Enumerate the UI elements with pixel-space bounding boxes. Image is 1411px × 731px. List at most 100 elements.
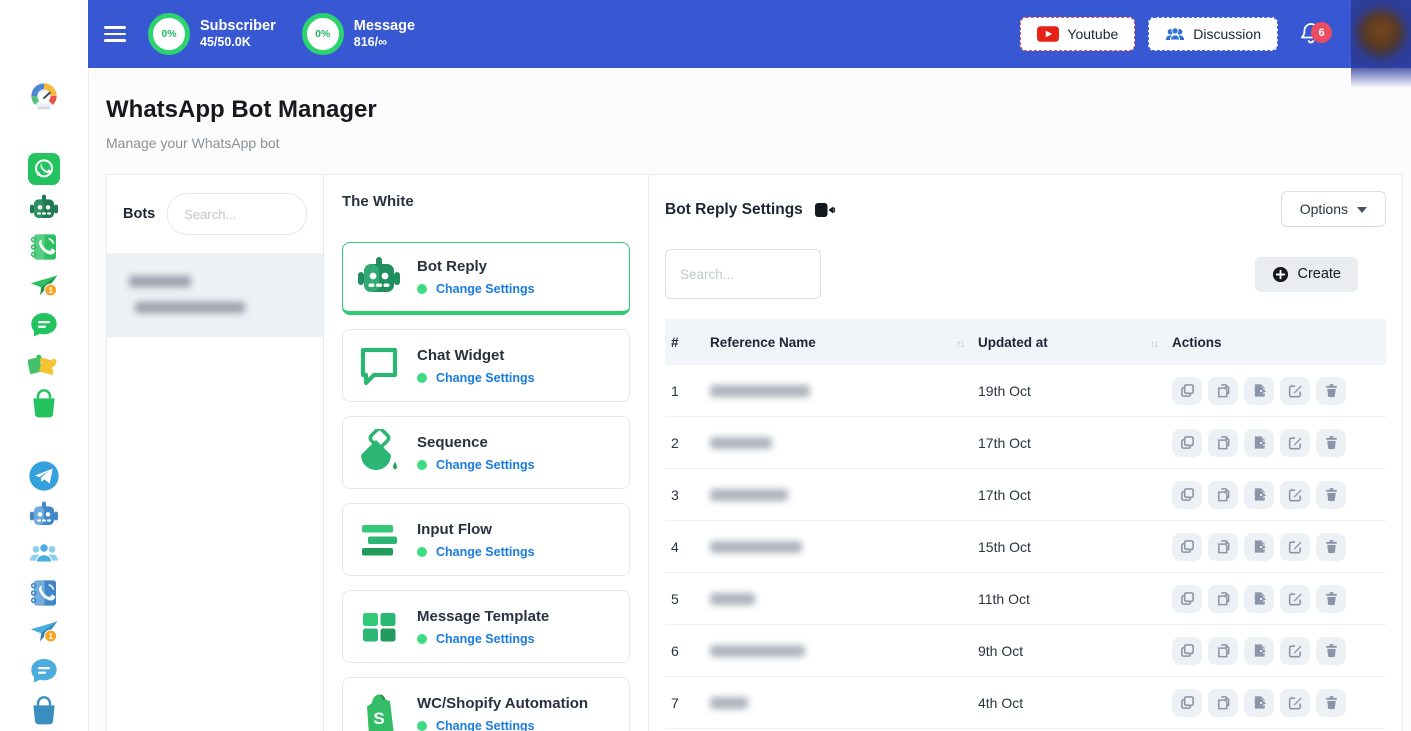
reply-search-input[interactable] <box>665 249 821 299</box>
change-settings-link[interactable]: Change Settings <box>436 458 535 472</box>
sidebar-item-whatsapp-shop[interactable] <box>27 387 61 419</box>
trash-action-button[interactable] <box>1316 481 1346 509</box>
trash-action-button[interactable] <box>1316 533 1346 561</box>
row-updated-at: 9th Oct <box>978 643 1172 659</box>
trash-action-button[interactable] <box>1316 637 1346 665</box>
create-button[interactable]: Create <box>1255 257 1358 292</box>
user-avatar-button[interactable] <box>1351 0 1411 88</box>
telegram-chat-icon <box>28 655 60 687</box>
discussion-button[interactable]: Discussion <box>1148 17 1278 51</box>
col-header-index[interactable]: # <box>665 335 710 350</box>
pages-action-button[interactable] <box>1208 429 1238 457</box>
export-action-button[interactable] <box>1244 689 1274 717</box>
reference-name-blurred <box>710 437 772 449</box>
col-header-updated-at[interactable]: Updated at ↑↓ <box>978 335 1172 350</box>
export-action-button[interactable] <box>1244 481 1274 509</box>
video-camera-icon[interactable] <box>815 203 835 217</box>
col-header-reference-name[interactable]: Reference Name ↑↓ <box>710 335 978 350</box>
export-action-button[interactable] <box>1244 533 1274 561</box>
edit-action-button[interactable] <box>1280 429 1310 457</box>
pages-action-button[interactable] <box>1208 533 1238 561</box>
edit-action-button[interactable] <box>1280 481 1310 509</box>
options-dropdown-button[interactable]: Options <box>1281 191 1386 227</box>
sidebar-item-whatsapp[interactable] <box>27 153 61 185</box>
settings-card-sequence[interactable]: SequenceChange Settings <box>342 416 630 489</box>
sort-icon[interactable]: ↑↓ <box>956 335 964 350</box>
youtube-button[interactable]: Youtube <box>1020 17 1135 51</box>
sidebar-item-telegram-group[interactable] <box>27 538 61 570</box>
sidebar-item-whatsapp-integrations[interactable] <box>27 348 61 380</box>
export-action-button[interactable] <box>1244 429 1274 457</box>
shopify-icon: S <box>355 690 403 731</box>
sidebar-item-whatsapp-contacts[interactable] <box>27 231 61 263</box>
bots-search-input[interactable] <box>167 193 307 235</box>
edit-action-button[interactable] <box>1280 377 1310 405</box>
change-settings-link[interactable]: Change Settings <box>436 632 535 646</box>
sidebar-item-dashboard-gauge[interactable] <box>27 80 61 112</box>
trash-action-button[interactable] <box>1316 689 1346 717</box>
row-actions <box>1172 533 1386 561</box>
trash-action-button[interactable] <box>1316 377 1346 405</box>
message-stat: 0% Message 816/∞ <box>302 13 415 55</box>
trash-action-button[interactable] <box>1316 585 1346 613</box>
copy-action-button[interactable] <box>1172 689 1202 717</box>
status-dot <box>417 284 427 294</box>
whatsapp-chat-icon <box>28 309 60 341</box>
hamburger-menu-icon[interactable] <box>104 26 126 41</box>
message-template-icon <box>355 603 403 651</box>
sidebar-item-telegram-chat[interactable] <box>27 655 61 687</box>
copy-action-button[interactable] <box>1172 377 1202 405</box>
pages-action-button[interactable] <box>1208 637 1238 665</box>
notification-bell[interactable]: 6 <box>1299 20 1325 48</box>
trash-action-button[interactable] <box>1316 429 1346 457</box>
edit-action-button[interactable] <box>1280 637 1310 665</box>
sidebar-item-telegram-contacts[interactable] <box>27 577 61 609</box>
users-icon <box>1165 27 1185 42</box>
telegram-bot-icon <box>28 499 60 531</box>
sidebar-item-whatsapp-broadcast[interactable]: 1 <box>27 270 61 302</box>
settings-card-input-flow[interactable]: Input Flow Change Settings <box>342 503 630 576</box>
whatsapp-broadcast-icon: 1 <box>28 270 60 302</box>
settings-card-shopify[interactable]: S WC/Shopify Automation Change Settings <box>342 677 630 731</box>
sidebar-item-whatsapp-chat[interactable] <box>27 309 61 341</box>
pages-action-button[interactable] <box>1208 481 1238 509</box>
edit-action-button[interactable] <box>1280 533 1310 561</box>
sort-icon[interactable]: ↑↓ <box>1150 335 1158 350</box>
page-subtitle: Manage your WhatsApp bot <box>106 135 1411 151</box>
row-reference-name <box>710 593 978 605</box>
change-settings-link[interactable]: Change Settings <box>436 282 535 296</box>
sidebar-item-telegram-broadcast[interactable]: 1 <box>27 616 61 648</box>
row-index: 5 <box>665 591 710 607</box>
telegram-icon <box>28 460 60 492</box>
copy-action-button[interactable] <box>1172 429 1202 457</box>
copy-action-button[interactable] <box>1172 585 1202 613</box>
change-settings-link[interactable]: Change Settings <box>436 545 535 559</box>
bot-reply-icon <box>355 253 403 301</box>
bot-list-item-selected[interactable] <box>107 254 323 337</box>
change-settings-link[interactable]: Change Settings <box>436 371 535 385</box>
row-updated-at: 15th Oct <box>978 539 1172 555</box>
pages-action-button[interactable] <box>1208 689 1238 717</box>
pages-action-button[interactable] <box>1208 377 1238 405</box>
sidebar-item-telegram[interactable] <box>27 460 61 492</box>
settings-card-chat-widget[interactable]: Chat WidgetChange Settings <box>342 329 630 402</box>
sidebar-item-telegram-shop[interactable] <box>27 694 61 726</box>
sidebar-item-telegram-bot[interactable] <box>27 499 61 531</box>
copy-action-button[interactable] <box>1172 481 1202 509</box>
card-title: Input Flow <box>417 521 535 538</box>
pages-action-button[interactable] <box>1208 585 1238 613</box>
change-settings-link[interactable]: Change Settings <box>436 719 535 731</box>
sidebar-item-whatsapp-bot[interactable] <box>27 192 61 224</box>
row-actions <box>1172 429 1386 457</box>
card-title: WC/Shopify Automation <box>417 695 588 712</box>
settings-card-message-template[interactable]: Message TemplateChange Settings <box>342 590 630 663</box>
edit-action-button[interactable] <box>1280 689 1310 717</box>
settings-card-bot-reply[interactable]: Bot ReplyChange Settings <box>342 242 630 315</box>
export-action-button[interactable] <box>1244 637 1274 665</box>
row-updated-at: 4th Oct <box>978 695 1172 711</box>
export-action-button[interactable] <box>1244 377 1274 405</box>
copy-action-button[interactable] <box>1172 637 1202 665</box>
edit-action-button[interactable] <box>1280 585 1310 613</box>
export-action-button[interactable] <box>1244 585 1274 613</box>
copy-action-button[interactable] <box>1172 533 1202 561</box>
